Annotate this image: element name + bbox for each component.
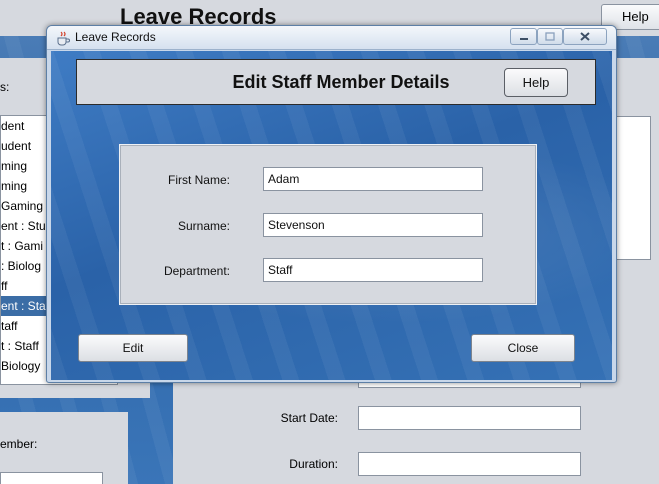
dialog-title-bar[interactable]: Leave Records [47, 26, 616, 50]
edit-staff-dialog: Leave Records Edit Staff Member Details … [46, 25, 617, 383]
surname-input[interactable] [263, 213, 483, 237]
list-item[interactable]: dent [1, 116, 24, 136]
maximize-icon [545, 32, 555, 41]
duration-label: Duration: [289, 457, 338, 471]
list-item[interactable]: udent [1, 136, 31, 156]
member-field[interactable] [0, 472, 103, 484]
first-name-input[interactable] [263, 167, 483, 191]
department-label: Department: [163, 264, 230, 278]
dialog-title: Leave Records [75, 30, 156, 44]
java-cup-icon [57, 31, 70, 46]
start-date-label: Start Date: [280, 411, 338, 425]
edit-button[interactable]: Edit [78, 334, 188, 362]
surname-label: Surname: [177, 219, 230, 233]
list-item[interactable]: : Biolog [1, 256, 41, 276]
dialog-header-panel: Edit Staff Member Details Help [76, 59, 596, 105]
window-close-button[interactable] [563, 28, 607, 45]
staff-list-label: s: [0, 80, 10, 94]
duration-field[interactable] [358, 452, 581, 476]
close-button[interactable]: Close [471, 334, 575, 362]
list-item[interactable]: ming [1, 176, 27, 196]
list-item[interactable]: taff [1, 316, 17, 336]
close-icon [580, 32, 590, 41]
details-list[interactable] [613, 116, 651, 260]
maximize-button[interactable] [537, 28, 563, 45]
dialog-body: Edit Staff Member Details Help First Nam… [51, 51, 612, 380]
member-label: ember: [0, 437, 38, 451]
list-item[interactable]: ming [1, 156, 27, 176]
minimize-button[interactable] [510, 28, 537, 45]
minimize-icon [519, 38, 528, 40]
department-input[interactable] [263, 258, 483, 282]
list-item[interactable]: ff [1, 276, 7, 296]
list-item[interactable]: t : Gami [1, 236, 43, 256]
first-name-label: First Name: [167, 173, 230, 187]
help-button[interactable]: Help [504, 68, 568, 97]
list-item[interactable]: t : Staff [1, 336, 39, 356]
staff-details-form: First Name: Surname: Department: [119, 144, 537, 305]
list-item[interactable]: Gaming [1, 196, 43, 216]
list-item[interactable]: ent : Stu [1, 216, 46, 236]
start-date-field[interactable] [358, 406, 581, 430]
list-item[interactable]: Biology [1, 356, 40, 376]
